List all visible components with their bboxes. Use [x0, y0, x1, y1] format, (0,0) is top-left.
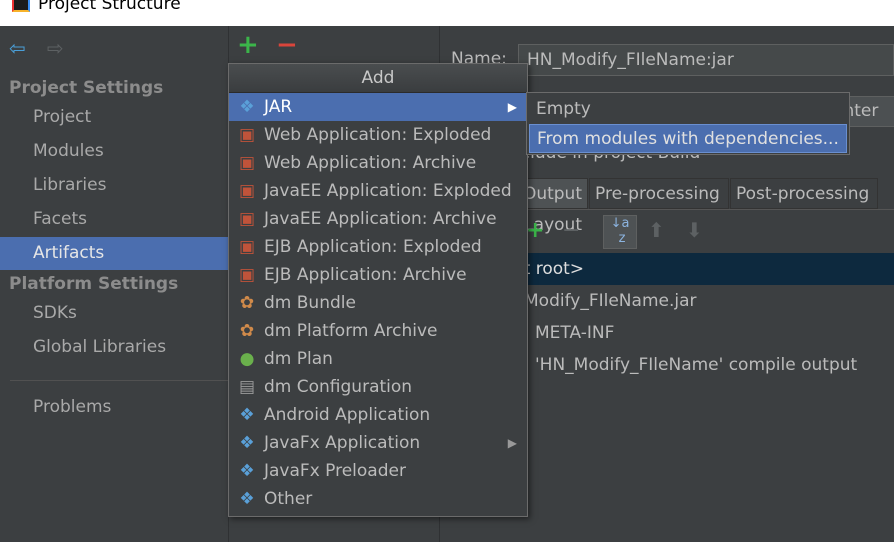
web-app-icon: ▣	[238, 125, 256, 145]
title-bar: Project Structure	[0, 0, 894, 26]
sidebar-item-facets[interactable]: Facets	[0, 203, 228, 236]
menu-item-label: Other	[264, 489, 313, 509]
menu-item-javaee-application-archive[interactable]: ▣ JavaEE Application: Archive	[229, 205, 527, 233]
menu-item-label: dm Plan	[264, 349, 333, 369]
sidebar: ⇦ ⇨ Project Settings Project Modules Lib…	[0, 26, 228, 542]
move-down-icon[interactable]: ⬇	[686, 218, 703, 242]
add-menu: Add ❖ JAR ▶ ▣ Web Application: Exploded ▣ Web …	[228, 63, 528, 517]
menu-item-label: dm Bundle	[264, 293, 356, 313]
diamond-icon: ❖	[239, 489, 255, 509]
forward-arrow-icon[interactable]: ⇨	[47, 36, 64, 60]
menu-item-label: dm Configuration	[264, 377, 413, 397]
sidebar-item-modules[interactable]: Modules	[0, 135, 228, 168]
globe-icon: ●	[239, 349, 255, 369]
menu-item-label: Web Application: Archive	[264, 153, 477, 173]
name-input[interactable]: HN_Modify_FIleName:jar	[518, 44, 894, 76]
add-element-icon[interactable]: +	[526, 218, 544, 243]
tab-post-processing[interactable]: Post-processing	[730, 178, 878, 209]
ejb-icon: ▣	[238, 265, 256, 285]
menu-item-dm-plan[interactable]: ● dm Plan	[229, 345, 527, 373]
menu-item-dm-bundle[interactable]: ✿ dm Bundle	[229, 289, 527, 317]
sidebar-item-problems[interactable]: Problems	[0, 391, 228, 424]
javaee-icon: ▣	[238, 181, 256, 201]
submenu-arrow-icon: ▶	[507, 436, 517, 450]
menu-item-web-application-exploded[interactable]: ▣ Web Application: Exploded	[229, 121, 527, 149]
tab-pre-processing[interactable]: Pre-processing	[589, 178, 729, 209]
menu-item-android-application[interactable]: ❖ Android Application	[229, 401, 527, 429]
tree-row-compile-output[interactable]: 'HN_Modify_FIleName' compile output	[535, 349, 857, 381]
divider	[10, 380, 228, 381]
back-arrow-icon[interactable]: ⇦	[9, 36, 26, 60]
sidebar-item-global-libraries[interactable]: Global Libraries	[0, 331, 228, 364]
menu-item-label: JavaEE Application: Exploded	[264, 181, 512, 201]
menu-item-dm-configuration[interactable]: ▤ dm Configuration	[229, 373, 527, 401]
remove-element-icon[interactable]: −	[562, 218, 580, 243]
menu-item-label: JavaEE Application: Archive	[264, 209, 497, 229]
menu-item-other[interactable]: ❖ Other	[229, 485, 527, 513]
project-settings-header: Project Settings	[9, 78, 164, 98]
ejb-icon: ▣	[238, 237, 256, 257]
jar-submenu: Empty From modules with dependencies...	[526, 92, 850, 155]
menu-item-from-modules[interactable]: From modules with dependencies...	[529, 124, 847, 153]
menu-item-label: Android Application	[264, 405, 431, 425]
menu-item-javafx-application[interactable]: ❖ JavaFx Application ▶	[229, 429, 527, 457]
type-button-label: enter	[847, 101, 879, 121]
menu-item-jar[interactable]: ❖ JAR ▶	[229, 93, 527, 121]
remove-artifact-button[interactable]: −	[276, 30, 298, 60]
menu-item-javafx-preloader[interactable]: ❖ JavaFx Preloader	[229, 457, 527, 485]
menu-item-ejb-application-archive[interactable]: ▣ EJB Application: Archive	[229, 261, 527, 289]
move-up-icon[interactable]: ⬆	[648, 218, 665, 242]
diamond-icon: ❖	[239, 433, 255, 453]
platform-settings-header: Platform Settings	[9, 274, 179, 294]
intellij-app-icon	[12, 0, 30, 12]
diamond-icon: ❖	[239, 405, 255, 425]
sidebar-item-artifacts[interactable]: Artifacts	[0, 237, 228, 270]
menu-item-label: JAR	[264, 97, 293, 117]
menu-item-label: EJB Application: Archive	[264, 265, 467, 285]
type-button[interactable]: enter	[846, 96, 894, 127]
menu-item-label: Web Application: Exploded	[264, 125, 492, 145]
add-artifact-button[interactable]: +	[237, 30, 259, 60]
submenu-arrow-icon: ▶	[507, 100, 517, 114]
menu-item-dm-platform-archive[interactable]: ✿ dm Platform Archive	[229, 317, 527, 345]
sidebar-item-libraries[interactable]: Libraries	[0, 169, 228, 202]
menu-item-web-application-archive[interactable]: ▣ Web Application: Archive	[229, 149, 527, 177]
menu-item-label: EJB Application: Exploded	[264, 237, 482, 257]
javaee-icon: ▣	[238, 209, 256, 229]
tree-row-meta-inf[interactable]: META-INF	[535, 317, 614, 349]
menu-item-ejb-application-exploded[interactable]: ▣ EJB Application: Exploded	[229, 233, 527, 261]
window-title: Project Structure	[38, 0, 181, 14]
web-app-icon: ▣	[238, 153, 256, 173]
menu-item-label: JavaFx Preloader	[264, 461, 406, 481]
menu-item-javaee-application-exploded[interactable]: ▣ JavaEE Application: Exploded	[229, 177, 527, 205]
add-menu-title: Add	[229, 64, 527, 93]
document-icon: ▤	[238, 377, 256, 397]
bundle-icon: ✿	[239, 321, 255, 341]
diamond-icon: ❖	[239, 97, 255, 117]
diamond-icon: ❖	[239, 461, 255, 481]
sort-az-icon[interactable]: ↓a z	[603, 215, 637, 249]
menu-item-label: dm Platform Archive	[264, 321, 438, 341]
sidebar-item-sdks[interactable]: SDKs	[0, 297, 228, 330]
sidebar-item-project[interactable]: Project	[0, 101, 228, 134]
menu-item-label: JavaFx Application	[264, 433, 421, 453]
bundle-icon: ✿	[239, 293, 255, 313]
menu-item-empty[interactable]: Empty	[529, 95, 847, 124]
